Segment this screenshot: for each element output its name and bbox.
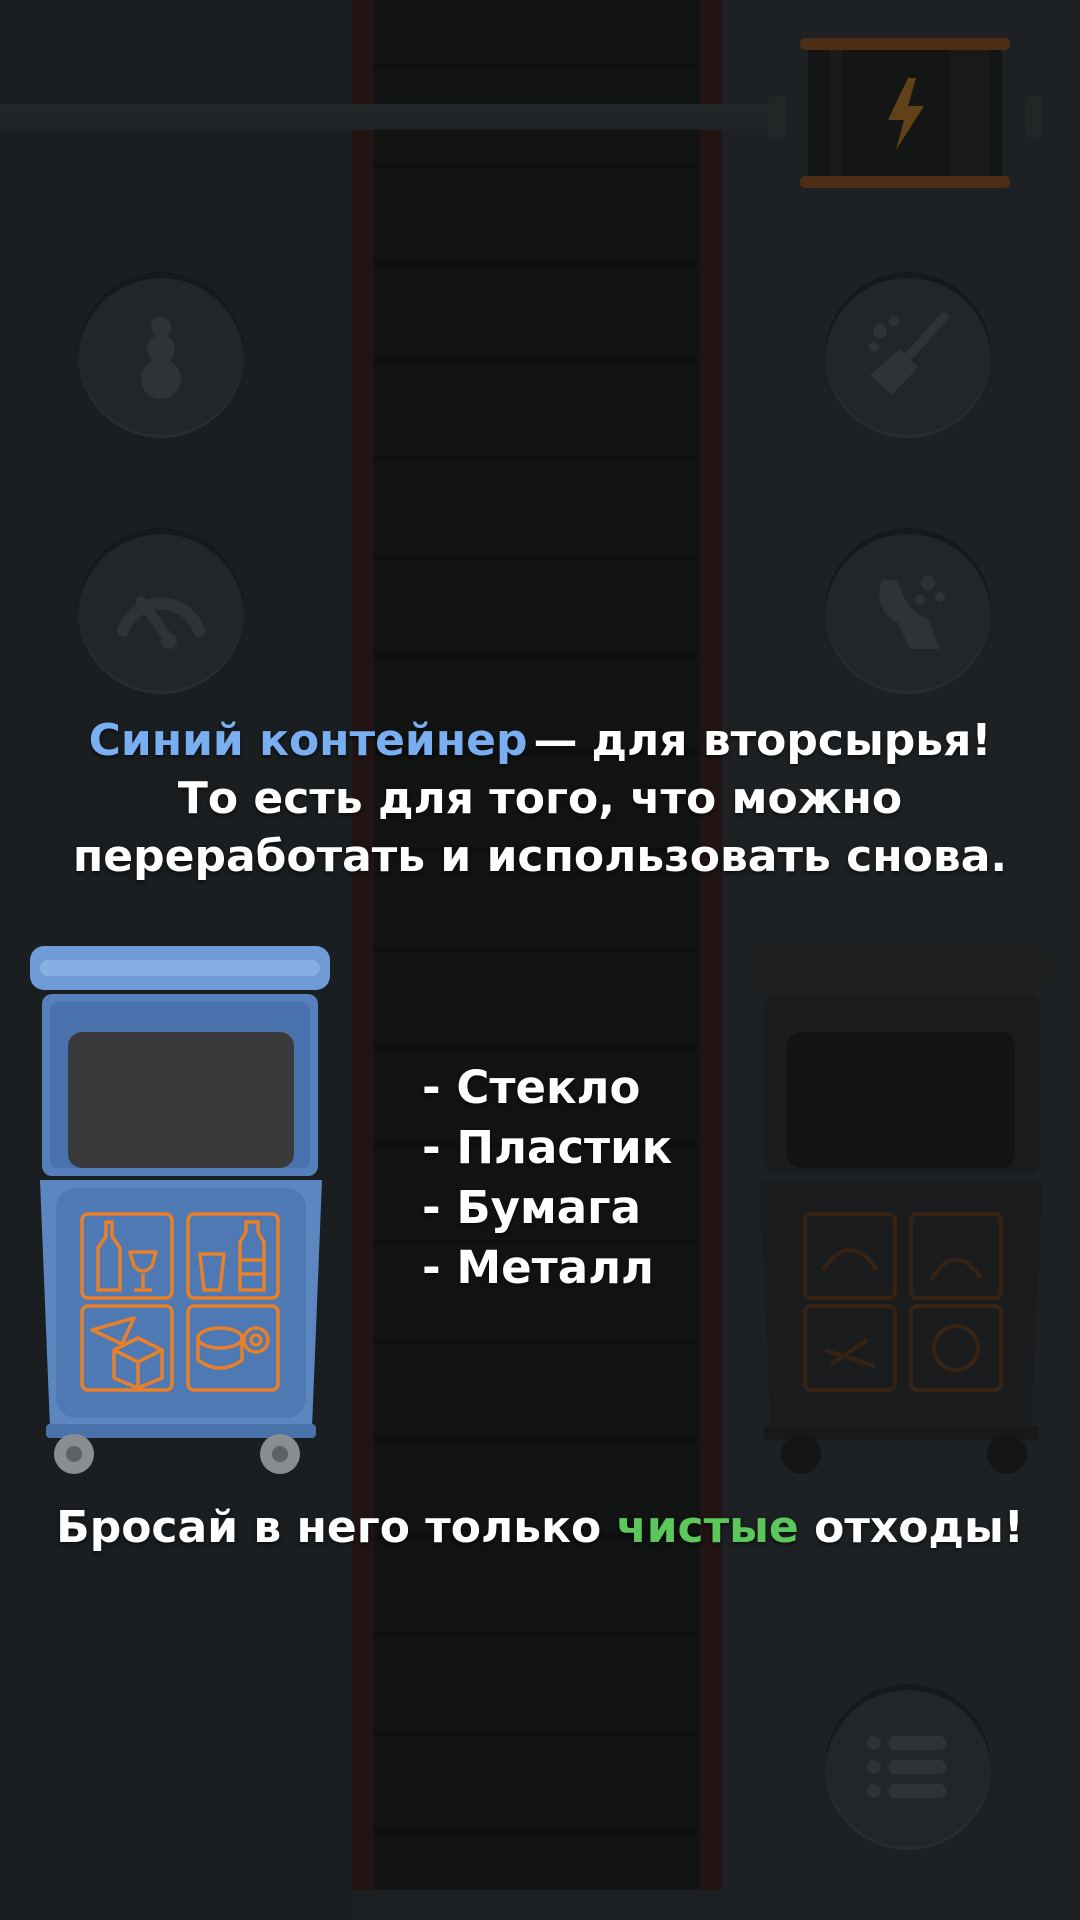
headline-line-2: То есть для того, что можно — [177, 773, 903, 824]
list-item: - Металл — [422, 1241, 655, 1294]
footer-before: Бросай в него только — [56, 1502, 602, 1553]
list-item: - Бумага — [422, 1181, 642, 1234]
headline-dash: — — [533, 715, 578, 766]
clean-label: чистые — [616, 1502, 799, 1553]
tutorial-footer: Бросай в него только чистые отходы! — [40, 1500, 1040, 1556]
footer-after: отходы! — [814, 1502, 1024, 1553]
blue-container-label: Синий контейнер — [88, 715, 528, 766]
list-item: - Пластик — [422, 1121, 673, 1174]
headline-rest: для вторсырья! — [591, 715, 992, 766]
blue-recycling-bin — [26, 940, 336, 1480]
list-item: - Стекло — [422, 1061, 641, 1114]
headline-line-3: переработать и использовать снова. — [72, 831, 1008, 882]
recyclables-list: - Стекло - Пластик - Бумага - Металл — [422, 1058, 672, 1298]
headline-line-1: Синий контейнер — для вторсырья! — [40, 712, 1040, 770]
tutorial-headline: Синий контейнер — для вторсырья! То есть д… — [40, 712, 1040, 886]
